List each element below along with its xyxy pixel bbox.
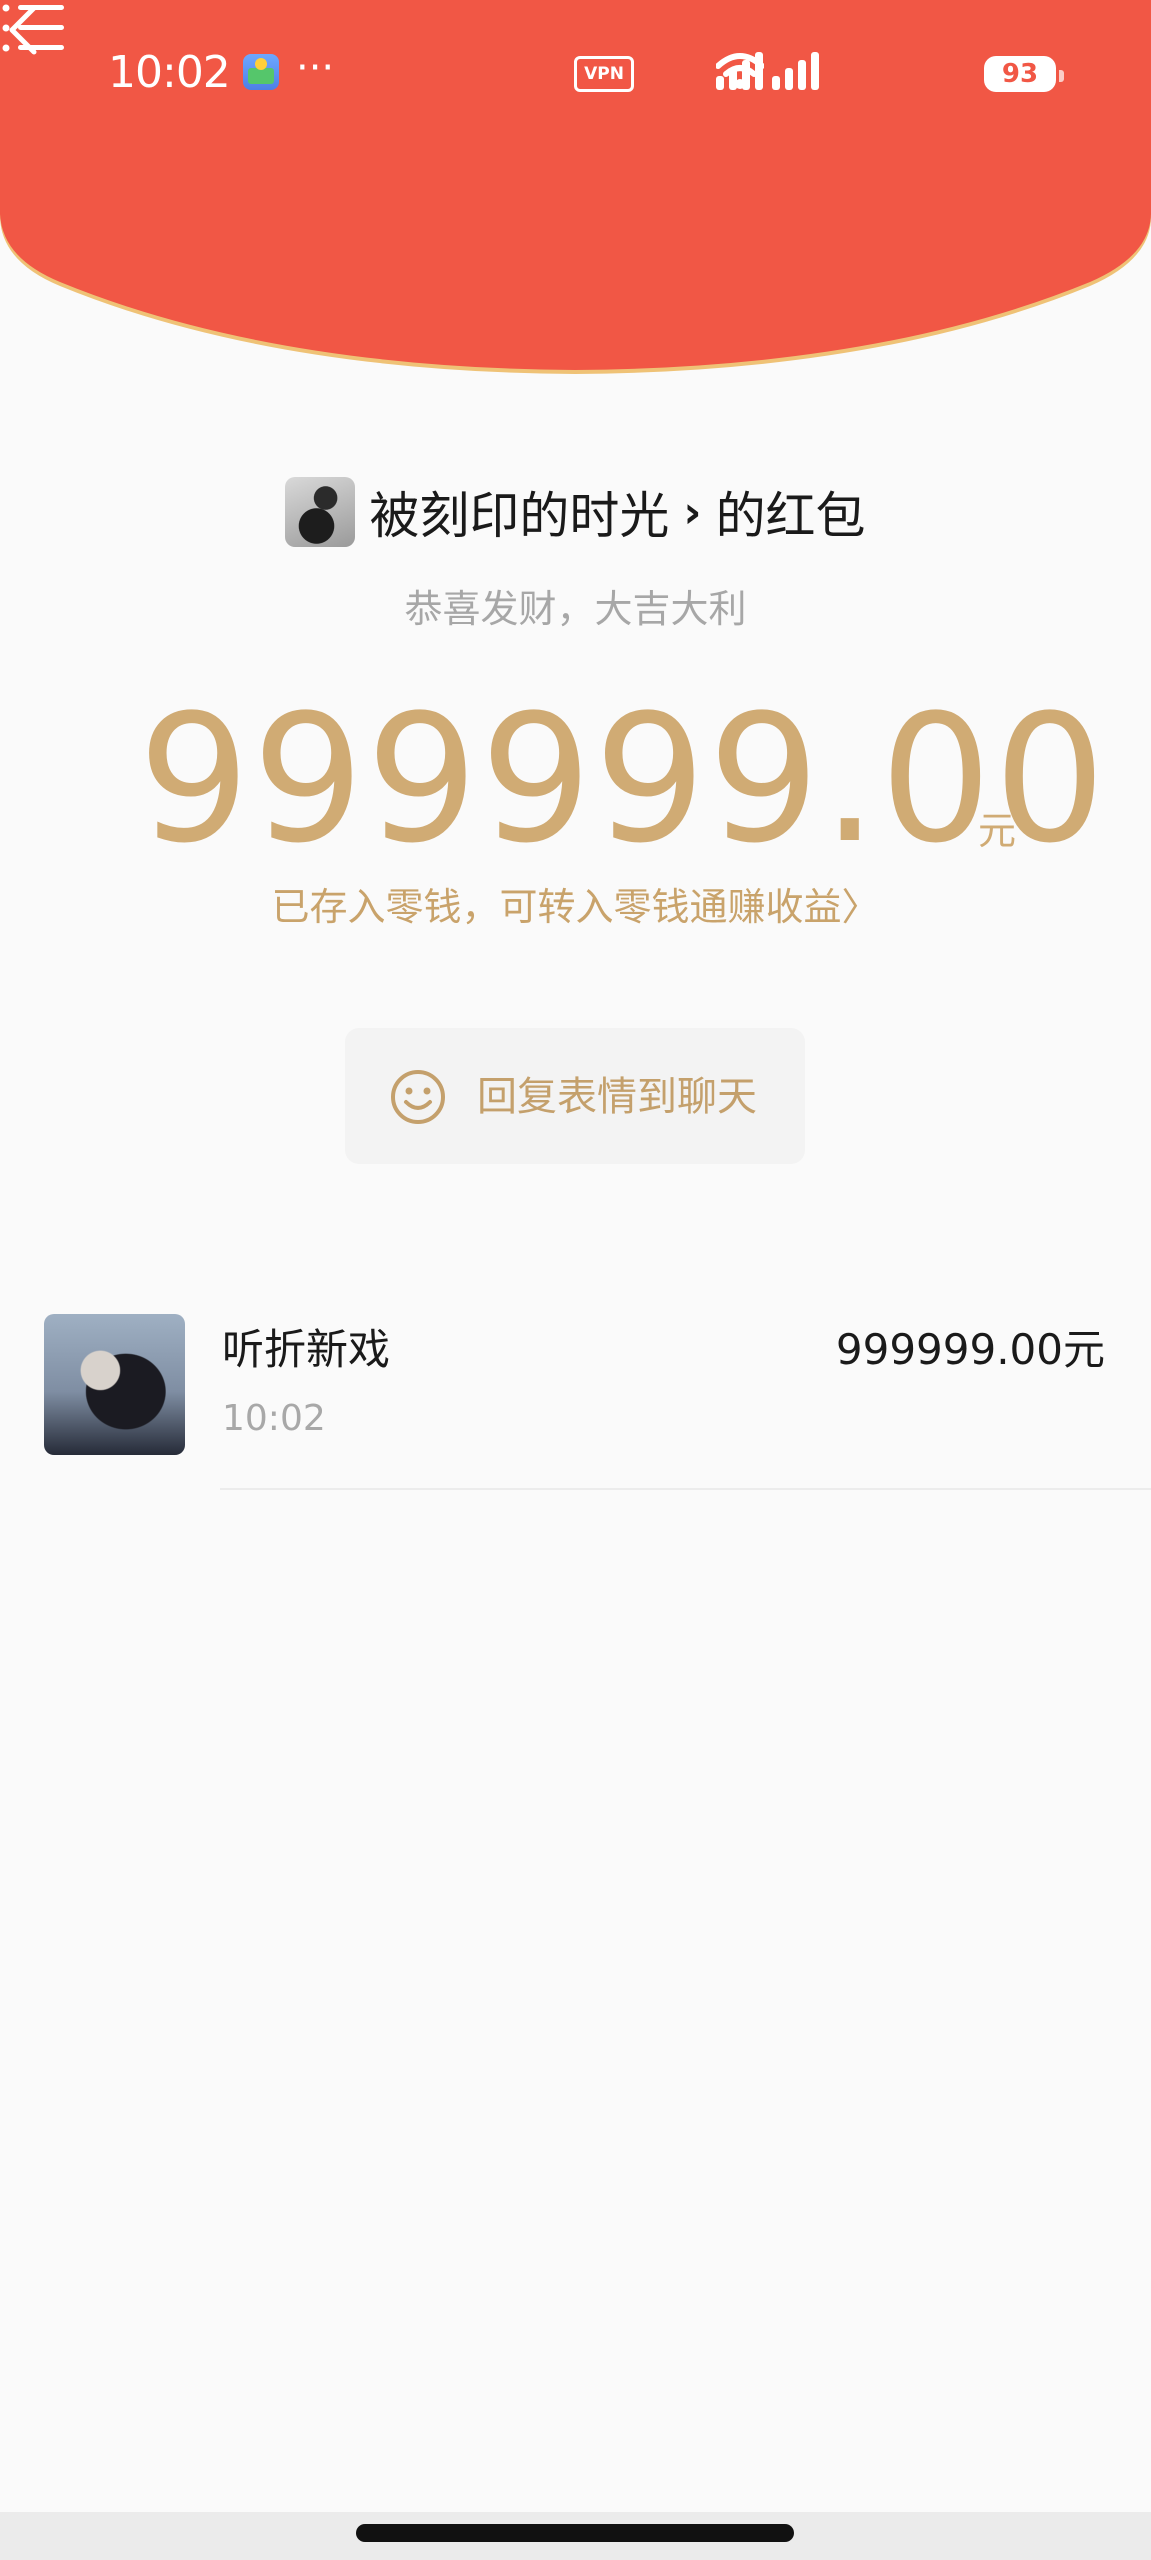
amount-unit: 元 <box>978 809 1017 853</box>
vpn-icon: VPN <box>574 56 634 92</box>
receiver-name: 听折新戏 <box>222 1325 391 1374</box>
status-time: 10:02 <box>108 47 231 98</box>
greeting-text: 恭喜发财，大吉大利 <box>404 587 747 631</box>
battery-level: 93 <box>1001 59 1039 89</box>
battery-tip <box>1059 70 1064 82</box>
received-amount: 999999.00 <box>138 677 1108 882</box>
sender-row[interactable]: 被刻印的时光 › 的红包 <box>0 476 1151 548</box>
smile-icon <box>391 1070 445 1124</box>
more-notifications-icon: ··· <box>296 45 335 91</box>
reply-sticker-button[interactable]: 回复表情到聊天 <box>345 1028 805 1164</box>
receiver-time: 10:02 <box>222 1398 326 1439</box>
wifi-icon <box>716 53 764 89</box>
sender-name[interactable]: 被刻印的时光 <box>369 476 669 548</box>
sender-chevron-icon: › <box>683 486 702 538</box>
list-menu-icon[interactable] <box>0 0 66 56</box>
deposit-note-link[interactable]: 已存入零钱，可转入零钱通赚收益〉 <box>0 876 1151 931</box>
receiver-list-item[interactable]: 听折新戏 10:02 999999.00元 <box>0 1312 1151 1492</box>
envelope-suffix: 的红包 <box>715 487 866 545</box>
gallery-app-icon <box>243 54 279 90</box>
status-right-group: VPN 93 <box>574 52 1064 96</box>
sender-avatar[interactable] <box>285 477 356 547</box>
red-envelope-header: 10:02 ··· VPN 93 <box>0 0 1151 380</box>
battery-icon: 93 <box>984 56 1064 92</box>
receiver-amount: 999999.00元 <box>835 1325 1105 1374</box>
reply-sticker-label: 回复表情到聊天 <box>477 1074 757 1120</box>
home-indicator[interactable] <box>356 2524 794 2542</box>
status-bar: 10:02 ··· VPN 93 <box>0 0 1151 150</box>
receiver-avatar[interactable] <box>44 1314 185 1455</box>
list-divider <box>220 1488 1151 1490</box>
